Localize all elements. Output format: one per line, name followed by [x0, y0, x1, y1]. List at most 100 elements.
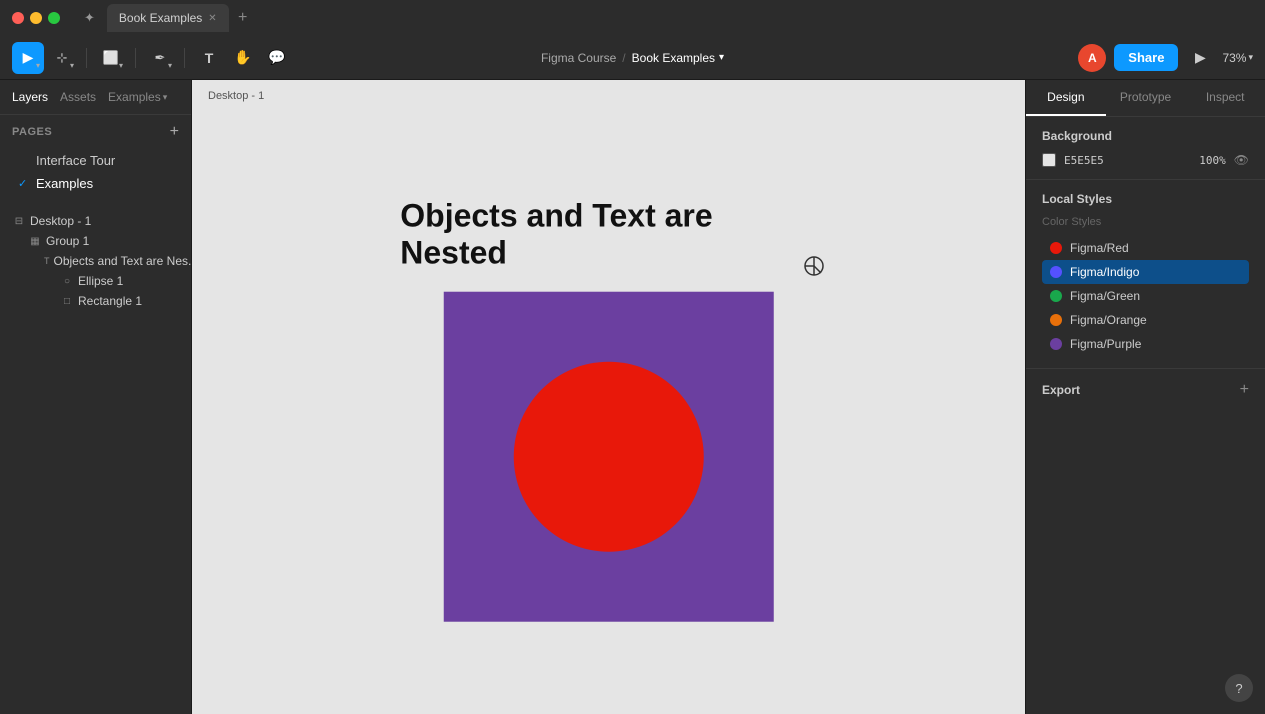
frame-chevron-icon: ▾ — [119, 61, 123, 70]
style-item-green[interactable]: Figma/Green — [1042, 284, 1249, 308]
tab-assets[interactable]: Assets — [60, 88, 96, 106]
bg-color-swatch[interactable] — [1042, 153, 1056, 167]
hand-tool-btn[interactable]: ✋ — [227, 42, 259, 74]
main-layout: Layers Assets Examples ▾ Pages + Interfa… — [0, 80, 1265, 714]
comment-tool-btn[interactable]: 💬 — [261, 42, 293, 74]
pen-tool-btn[interactable]: ✒ ▾ — [144, 42, 176, 74]
close-window-btn[interactable] — [12, 12, 24, 24]
comment-icon: 💬 — [268, 49, 285, 66]
panel-tab-design[interactable]: Design — [1026, 80, 1106, 116]
breadcrumb-current[interactable]: Book Examples ▾ — [632, 51, 724, 65]
style-item-indigo[interactable]: Figma/Indigo — [1042, 260, 1249, 284]
separator-1 — [86, 48, 87, 68]
canvas-frame[interactable] — [444, 292, 774, 622]
panel-tab-inspect[interactable]: Inspect — [1185, 80, 1265, 116]
page-item-examples[interactable]: ✓ Examples — [12, 172, 179, 195]
tab-close-btn[interactable]: ✕ — [208, 13, 216, 24]
pen-chevron-icon: ▾ — [168, 61, 172, 70]
separator-3 — [184, 48, 185, 68]
page-item-interface-tour[interactable]: Interface Tour — [12, 149, 179, 172]
style-item-orange[interactable]: Figma/Orange — [1042, 308, 1249, 332]
background-row: E5E5E5 100% 👁 — [1042, 153, 1249, 167]
breadcrumb-parent[interactable]: Figma Course — [541, 51, 616, 65]
tab-layers[interactable]: Layers — [12, 88, 48, 106]
layer-ellipse[interactable]: ○ Ellipse 1 — [0, 271, 191, 291]
panel-tab-prototype[interactable]: Prototype — [1106, 80, 1186, 116]
right-panel: Design Prototype Inspect Background E5E5… — [1025, 80, 1265, 714]
help-button[interactable]: ? — [1225, 674, 1253, 702]
canvas-circle — [514, 362, 704, 552]
layer-group-1[interactable]: ▦ Group 1 — [0, 231, 191, 251]
layer-rectangle-label: Rectangle 1 — [78, 294, 142, 308]
add-page-btn[interactable]: + — [170, 123, 179, 141]
pages-section: Pages + Interface Tour ✓ Examples — [0, 115, 191, 203]
text-tool-btn[interactable]: T — [193, 42, 225, 74]
avatar: A — [1078, 44, 1106, 72]
pages-title: Pages — [12, 126, 52, 138]
breadcrumb: Figma Course / Book Examples ▾ — [541, 51, 724, 65]
select-tool-btn[interactable]: ▶ ▾ — [12, 42, 44, 74]
layer-text[interactable]: T Objects and Text are Nes... — [0, 251, 191, 271]
bg-opacity-value: 100% — [1199, 154, 1226, 167]
export-row: Export + — [1042, 381, 1249, 399]
maximize-window-btn[interactable] — [48, 12, 60, 24]
zoom-indicator[interactable]: 73% ▾ — [1222, 51, 1253, 65]
canvas-content: Objects and Text are Nested — [400, 198, 817, 622]
tool-group-pen: ✒ ▾ — [144, 42, 176, 74]
color-styles-label: Color Styles — [1042, 216, 1249, 228]
layer-text-label: Objects and Text are Nes... — [54, 254, 192, 268]
select-icon: ▶ — [23, 49, 34, 66]
active-tab[interactable]: Book Examples ✕ — [107, 4, 229, 32]
sidebar-tab-bar: Layers Assets Examples ▾ — [0, 80, 191, 115]
left-sidebar: Layers Assets Examples ▾ Pages + Interfa… — [0, 80, 192, 714]
layer-rectangle[interactable]: □ Rectangle 1 — [0, 291, 191, 311]
canvas-frame-label: Desktop - 1 — [208, 90, 264, 102]
color-dot-indigo — [1050, 266, 1062, 278]
color-dot-purple — [1050, 338, 1062, 350]
local-styles-section: Local Styles Color Styles Figma/Red Figm… — [1026, 180, 1265, 369]
frame-tool-btn[interactable]: ⬜ ▾ — [95, 42, 127, 74]
canvas-area[interactable]: Desktop - 1 Objects and Text are Nested — [192, 80, 1025, 714]
layer-desktop-1[interactable]: ⊟ Desktop - 1 — [0, 211, 191, 231]
zoom-level-label: 73% — [1222, 51, 1246, 65]
tab-title: Book Examples — [119, 11, 202, 25]
new-tab-btn[interactable]: + — [233, 8, 253, 28]
layer-ellipse-label: Ellipse 1 — [78, 274, 123, 288]
bg-hex-value: E5E5E5 — [1064, 154, 1191, 167]
style-label-purple: Figma/Purple — [1070, 337, 1141, 351]
scale-tool-btn[interactable]: ⊹ ▾ — [46, 42, 78, 74]
export-add-btn[interactable]: + — [1240, 381, 1249, 399]
breadcrumb-chevron-icon: ▾ — [719, 52, 724, 63]
style-item-red[interactable]: Figma/Red — [1042, 236, 1249, 260]
present-btn[interactable]: ▶ — [1186, 44, 1214, 72]
titlebar: ✦ Book Examples ✕ + — [0, 0, 1265, 36]
local-styles-title: Local Styles — [1042, 192, 1249, 206]
panel-tab-bar: Design Prototype Inspect — [1026, 80, 1265, 117]
layer-rectangle-icon: □ — [60, 296, 74, 307]
style-label-green: Figma/Green — [1070, 289, 1140, 303]
export-section: Export + — [1026, 369, 1265, 411]
layer-ellipse-icon: ○ — [60, 276, 74, 287]
color-dot-green — [1050, 290, 1062, 302]
export-title: Export — [1042, 383, 1080, 397]
tab-examples[interactable]: Examples ▾ — [108, 88, 167, 106]
page-label-interface-tour: Interface Tour — [36, 153, 115, 168]
layer-desktop-collapse-icon: ⊟ — [12, 216, 26, 227]
window-controls — [12, 12, 60, 24]
toolbar-right: A Share ▶ 73% ▾ — [1078, 44, 1253, 72]
breadcrumb-current-label: Book Examples — [632, 51, 715, 65]
tool-group-select: ▶ ▾ ⊹ ▾ — [12, 42, 78, 74]
minimize-window-btn[interactable] — [30, 12, 42, 24]
share-button[interactable]: Share — [1114, 44, 1178, 71]
zoom-chevron-icon: ▾ — [1248, 52, 1253, 63]
visibility-icon[interactable]: 👁 — [1234, 153, 1249, 167]
separator-2 — [135, 48, 136, 68]
present-icon: ▶ — [1195, 49, 1206, 66]
layer-group-label: Group 1 — [46, 234, 89, 248]
figma-icon: ✦ — [84, 10, 95, 26]
color-dot-orange — [1050, 314, 1062, 326]
select-chevron-icon: ▾ — [36, 61, 40, 70]
tab-bar: ✦ Book Examples ✕ + — [84, 4, 1253, 32]
layer-group-icon: ▦ — [28, 236, 42, 247]
style-item-purple[interactable]: Figma/Purple — [1042, 332, 1249, 356]
